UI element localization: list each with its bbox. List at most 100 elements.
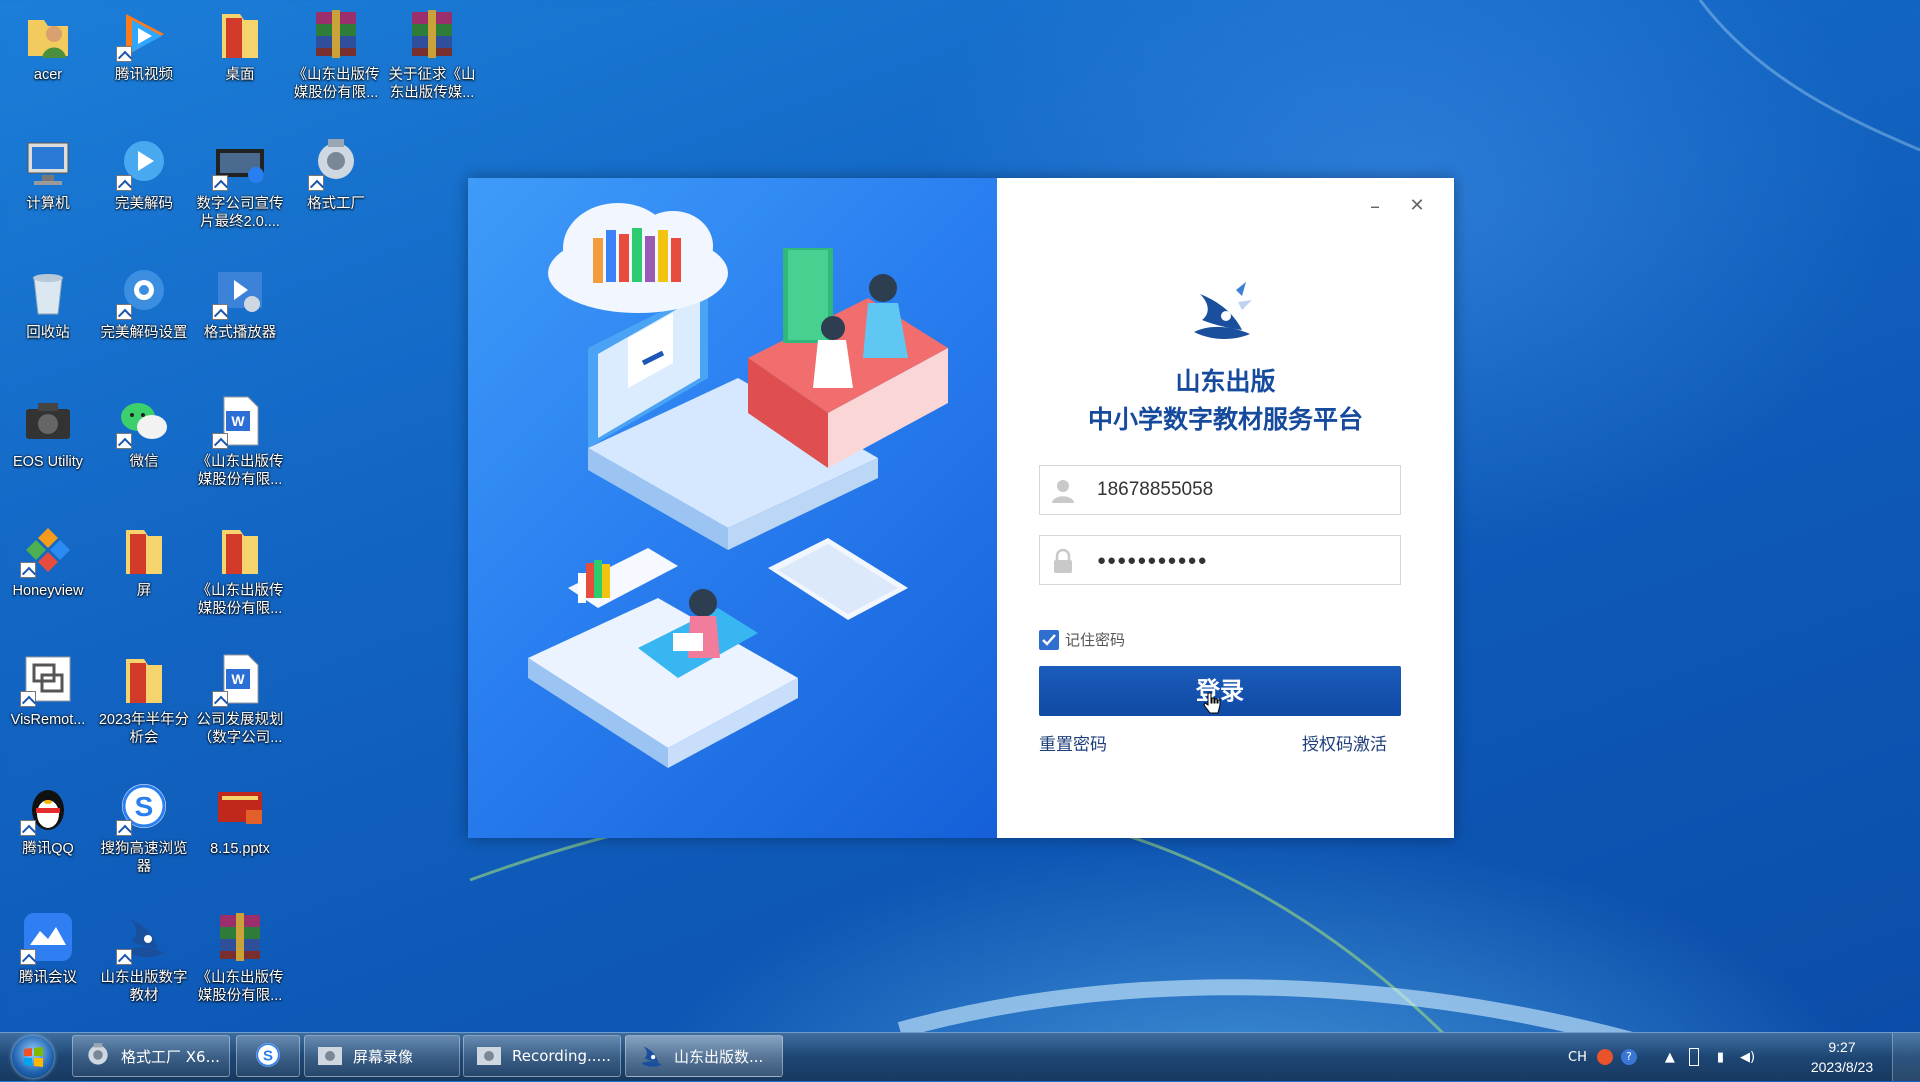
volume-icon[interactable]: ◀)	[1740, 1050, 1755, 1065]
shandong-publishing-icon	[636, 1041, 666, 1071]
desktop-icon-label: 腾讯QQ	[22, 841, 74, 857]
folder-icon	[116, 651, 172, 707]
desktop-icon[interactable]: Honeyview	[0, 518, 96, 638]
desktop-icon[interactable]: 8.15.pptx	[192, 776, 288, 896]
show-desktop-button[interactable]	[1892, 1033, 1920, 1081]
desktop-icon-label: 计算机	[26, 196, 70, 212]
desktop-icon[interactable]: VisRemot...	[0, 647, 96, 767]
desktop-icon[interactable]: 山东出版数字教材	[96, 905, 192, 1025]
desktop-icon[interactable]: 计算机	[0, 131, 96, 251]
desktop-icon[interactable]: 腾讯会议	[0, 905, 96, 1025]
desktop-icon-label: 公司发展规划（数字公司...	[196, 712, 284, 746]
desktop-icon-label: VisRemot...	[10, 712, 86, 728]
desktop-icon[interactable]: 《山东出版传媒股份有限...	[192, 905, 288, 1025]
desktop-icon-label: 腾讯视频	[115, 67, 173, 83]
username-field[interactable]: 18678855058	[1039, 465, 1401, 515]
desktop-icon[interactable]: 回收站	[0, 260, 96, 380]
desktop-icon-label: 《山东出版传媒股份有限...	[196, 583, 284, 617]
desktop-icon[interactable]: 完美解码	[96, 131, 192, 251]
battery-icon[interactable]	[1688, 1048, 1699, 1066]
desktop-icon-label: 2023年半年分析会	[98, 712, 190, 746]
camera-icon	[20, 393, 76, 449]
desktop-icon[interactable]: S 搜狗高速浏览器	[96, 776, 192, 896]
taskbar: 格式工厂 X6... S 屏幕录像 Recording..... 山东出版数... CH…	[0, 1032, 1920, 1081]
windows-logo-icon	[24, 1047, 43, 1067]
desktop-icon[interactable]: 格式播放器	[192, 260, 288, 380]
desktop-icon[interactable]: 腾讯QQ	[0, 776, 96, 896]
desktop-icon[interactable]: W 公司发展规划（数字公司...	[192, 647, 288, 767]
svg-text:W: W	[231, 671, 245, 687]
platform-title: 中小学数字教材服务平台	[1087, 405, 1363, 434]
user-icon	[1050, 478, 1076, 504]
desktop-icon[interactable]: 《山东出版传媒股份有限...	[288, 2, 384, 122]
reset-password-link[interactable]: 重置密码	[1039, 730, 1107, 755]
help-icon[interactable]: ?	[1620, 1049, 1637, 1065]
desktop-icon-label: 《山东出版传媒股份有限...	[292, 67, 380, 101]
desktop-icon[interactable]: 腾讯视频	[96, 2, 192, 122]
user-folder-icon	[20, 6, 76, 62]
winrar-archive-icon	[212, 909, 268, 965]
show-hidden-icons-icon[interactable]: ▲	[1665, 1050, 1675, 1065]
taskbar-item[interactable]: 山东出版数...	[625, 1035, 783, 1077]
remember-password-checkbox[interactable]	[1039, 630, 1059, 650]
desktop-icon[interactable]: 桌面	[192, 2, 288, 122]
minimize-button[interactable]: –	[1361, 192, 1389, 220]
sogou-input-icon[interactable]	[1596, 1049, 1613, 1065]
desktop-icon[interactable]: 关于征求《山东出版传媒...	[384, 2, 480, 122]
activate-code-link[interactable]: 授权码激活	[1302, 730, 1387, 755]
desktop-icon[interactable]: 完美解码设置	[96, 260, 192, 380]
brand-title: 山东出版	[1175, 367, 1276, 396]
start-button[interactable]	[12, 1036, 54, 1078]
taskbar-item[interactable]: 屏幕录像	[304, 1035, 460, 1077]
password-field[interactable]: ●●●●●●●●●●●	[1039, 535, 1401, 585]
desktop-icon[interactable]: 微信	[96, 389, 192, 509]
taskbar-item-label: 山东出版数...	[674, 1047, 764, 1066]
taskbar-item[interactable]: Recording.....	[463, 1035, 621, 1077]
desktop-icon[interactable]: 屏	[96, 518, 192, 638]
desktop-icon[interactable]: EOS Utility	[0, 389, 96, 509]
desktop-icon-label: 格式播放器	[203, 325, 277, 341]
close-button[interactable]: ✕	[1403, 192, 1431, 220]
folder-icon	[116, 522, 172, 578]
desktop-icon-label: EOS Utility	[12, 454, 84, 470]
svg-text:S: S	[135, 791, 154, 822]
winrar-archive-icon	[404, 6, 460, 62]
desktop-icon-label: 《山东出版传媒股份有限...	[196, 970, 284, 1004]
desktop-icon-label: 关于征求《山东出版传媒...	[388, 67, 476, 101]
taskbar-item[interactable]: S	[236, 1035, 300, 1077]
folder-icon	[212, 6, 268, 62]
computer-icon	[20, 135, 76, 191]
desktop-icon-label: 屏	[136, 583, 152, 599]
winrar-archive-icon	[308, 6, 364, 62]
desktop-icon[interactable]: 《山东出版传媒股份有限...	[192, 518, 288, 638]
word-document-icon: W	[212, 651, 268, 707]
login-illustration	[468, 178, 997, 838]
check-icon	[1042, 634, 1056, 646]
desktop-icon[interactable]: acer	[0, 2, 96, 122]
taskbar-item[interactable]: 格式工厂 X6...	[72, 1035, 230, 1077]
format-player-icon	[212, 264, 268, 320]
wechat-icon	[116, 393, 172, 449]
language-indicator[interactable]: CH	[1568, 1050, 1587, 1065]
remote-desktop-icon	[20, 651, 76, 707]
desktop-icon[interactable]: 数字公司宣传片最终2.0....	[192, 131, 288, 251]
login-form-panel: – ✕ 山东出版 中小学数字教材服务平台 18678855058 ●●●●●●●…	[997, 178, 1454, 838]
desktop-icon-label: 回收站	[26, 325, 70, 341]
lock-icon	[1050, 548, 1076, 574]
network-icon[interactable]: ▮	[1717, 1050, 1724, 1065]
desktop-icon-label: 《山东出版传媒股份有限...	[196, 454, 284, 488]
desktop-icon-label: 山东出版数字教材	[100, 970, 188, 1004]
desktop-icon-label: acer	[33, 67, 63, 83]
username-value: 18678855058	[1097, 479, 1214, 500]
desktop-icon[interactable]: 2023年半年分析会	[96, 647, 192, 767]
clock-date: 2023/8/23	[1810, 1059, 1874, 1075]
word-document-icon: W	[212, 393, 268, 449]
login-window: – ✕ 山东出版 中小学数字教材服务平台 18678855058 ●●●●●●●…	[468, 178, 1454, 838]
desktop-icon-label: 桌面	[225, 67, 255, 83]
clock[interactable]: 9:27 2023/8/23	[1800, 1037, 1884, 1077]
desktop-icon-label: 8.15.pptx	[210, 841, 270, 857]
app-logo	[1180, 274, 1260, 354]
desktop-icon-label: 搜狗高速浏览器	[100, 841, 188, 875]
desktop-icon[interactable]: W 《山东出版传媒股份有限...	[192, 389, 288, 509]
desktop-icon[interactable]: 格式工厂	[288, 131, 384, 251]
